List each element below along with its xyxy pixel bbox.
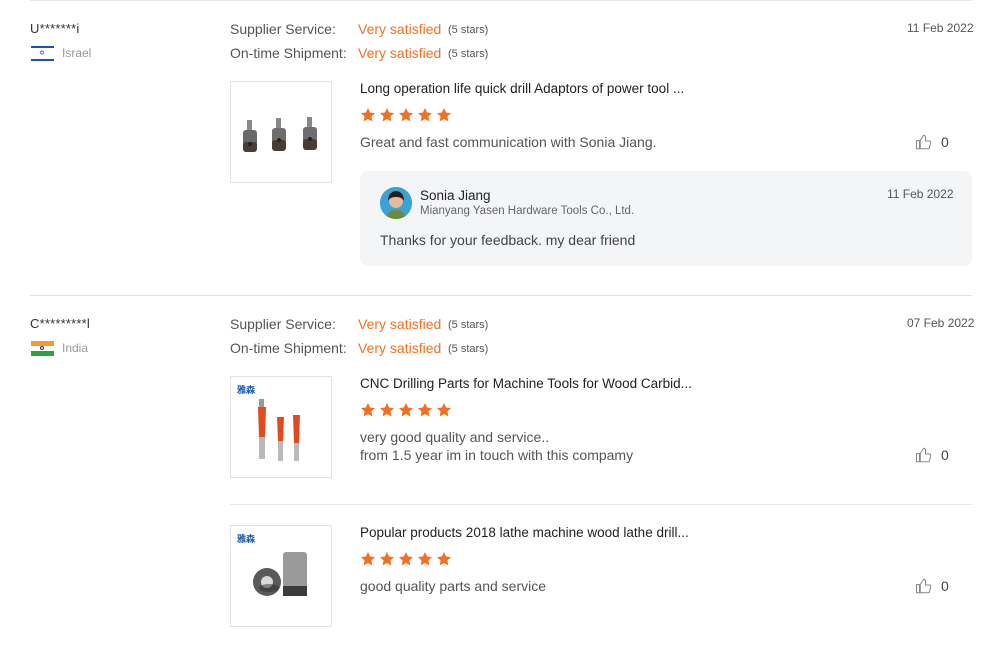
thumbs-up-icon (915, 134, 932, 150)
product-divider (230, 504, 972, 505)
star-icon (437, 108, 451, 122)
israel-flag-icon: ✡ (31, 46, 54, 61)
shipment-stars: (5 stars) (448, 48, 489, 60)
star-icon (437, 552, 451, 566)
drill-adaptor-image (243, 117, 317, 152)
review-date: 07 Feb 2022 (907, 316, 975, 330)
like-count: 0 (941, 447, 949, 463)
brand-logo: 雅森 (237, 534, 256, 544)
star-icon (380, 403, 394, 417)
star-icon (399, 403, 413, 417)
shipment-stars: (5 stars) (448, 343, 489, 355)
star-icon (361, 403, 375, 417)
product-title[interactable]: Popular products 2018 lathe machine wood… (360, 525, 689, 540)
shipment-label: On-time Shipment: (230, 340, 347, 356)
supplier-service-value: Very satisfied (358, 21, 442, 37)
star-icon (418, 552, 432, 566)
review-divider (30, 295, 972, 296)
review-comment: Great and fast communication with Sonia … (360, 134, 657, 150)
product-rating (360, 402, 452, 418)
star-icon (399, 552, 413, 566)
like-button[interactable]: 0 (915, 133, 949, 151)
avatar (380, 187, 412, 219)
reply-author: Sonia Jiang (420, 188, 491, 203)
product-title[interactable]: Long operation life quick drill Adaptors… (360, 81, 684, 96)
review-comment: good quality parts and service (360, 578, 546, 594)
star-icon (361, 108, 375, 122)
supplier-service-label: Supplier Service: (230, 316, 336, 332)
product-rating (360, 107, 452, 123)
thumbs-up-icon (915, 447, 932, 463)
supplier-service-value: Very satisfied (358, 316, 442, 332)
like-count: 0 (941, 134, 949, 150)
supplier-service-label: Supplier Service: (230, 21, 336, 37)
reviewer-name: U*******i (30, 21, 80, 36)
star-icon (418, 403, 432, 417)
reviewer-country: India (62, 341, 89, 355)
like-count: 0 (941, 578, 949, 594)
reviewer-name: C*********l (30, 316, 91, 331)
reply-company: Mianyang Yasen Hardware Tools Co., Ltd. (420, 205, 635, 217)
review-comment: very good quality and service.. from 1.5… (360, 429, 634, 463)
brand-logo: 雅森 (237, 385, 256, 395)
top-divider (30, 0, 972, 1)
supplier-service-stars: (5 stars) (448, 24, 489, 36)
reply-text: Thanks for your feedback. my dear friend (380, 232, 636, 248)
star-icon (399, 108, 413, 122)
shipment-value: Very satisfied (358, 45, 442, 61)
star-icon (380, 552, 394, 566)
like-button[interactable]: 0 (915, 577, 949, 595)
star-icon (418, 108, 432, 122)
like-button[interactable]: 0 (915, 446, 949, 464)
product-title[interactable]: CNC Drilling Parts for Machine Tools for… (360, 376, 692, 391)
reviewer-country: Israel (62, 46, 92, 60)
shipment-value: Very satisfied (358, 340, 442, 356)
product-thumbnail[interactable]: 雅森 (230, 376, 332, 478)
reply-date: 11 Feb 2022 (887, 187, 954, 201)
star-icon (437, 403, 451, 417)
product-thumbnail[interactable]: 雅森 (230, 525, 332, 627)
star-icon (380, 108, 394, 122)
review-date: 11 Feb 2022 (907, 21, 974, 35)
product-thumbnail[interactable] (230, 81, 332, 183)
product-rating (360, 551, 452, 567)
supplier-service-stars: (5 stars) (448, 319, 489, 331)
thumbs-up-icon (915, 578, 932, 594)
supplier-reply: Sonia Jiang Mianyang Yasen Hardware Tool… (360, 171, 972, 266)
shipment-label: On-time Shipment: (230, 45, 347, 61)
india-flag-icon (31, 341, 54, 356)
star-icon (361, 552, 375, 566)
